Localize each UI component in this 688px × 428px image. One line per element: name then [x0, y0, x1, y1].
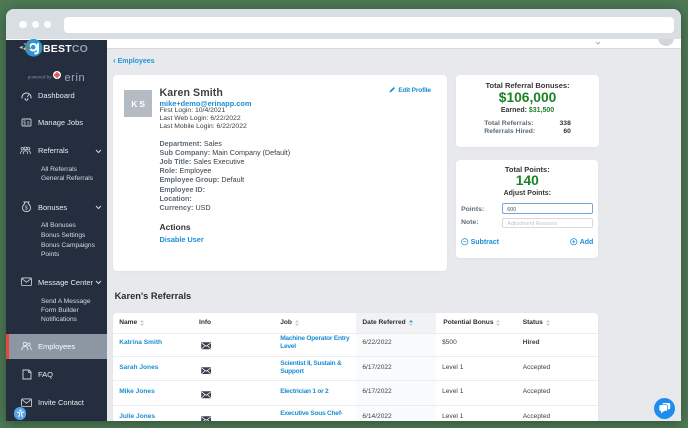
svg-text:$: $	[23, 121, 26, 127]
svg-text:$: $	[25, 206, 28, 212]
